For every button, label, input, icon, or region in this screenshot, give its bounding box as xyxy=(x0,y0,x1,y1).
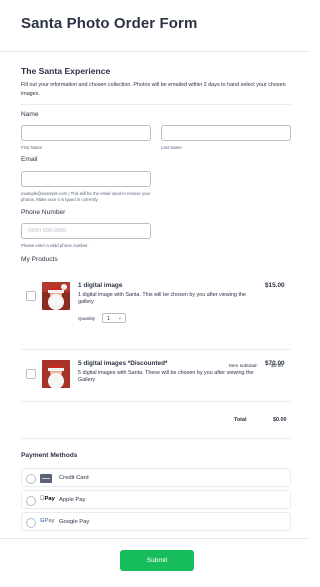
product-divider xyxy=(21,349,291,350)
product-2-name: 5 digital images *Discounted* xyxy=(78,360,168,367)
chevron-down-icon: ⌄ xyxy=(117,315,122,321)
payment-divider xyxy=(21,438,291,439)
product-1-checkbox[interactable] xyxy=(26,291,36,301)
first-name-input[interactable] xyxy=(21,125,151,141)
google-pay-icon: GPay xyxy=(40,518,55,524)
payment-methods-title: Payment Methods xyxy=(21,452,78,459)
apple-pay-label: Apple Pay xyxy=(59,496,86,503)
last-name-sublabel: Last Name xyxy=(161,145,182,150)
form-header: Santa Photo Order Form xyxy=(0,0,310,52)
email-label: Email xyxy=(21,156,38,163)
product-1-image xyxy=(42,282,70,310)
apple-pay-radio[interactable] xyxy=(26,495,36,506)
product-2-image xyxy=(42,360,70,388)
section-description: Fill out your information and chosen col… xyxy=(21,82,286,97)
quantity-select[interactable]: 1 ⌄ xyxy=(102,313,126,323)
footer-divider xyxy=(0,538,310,539)
credit-card-icon xyxy=(40,473,52,483)
product-2-description: 5 digital images with Santa. These will … xyxy=(78,370,254,383)
page-title: Santa Photo Order Form xyxy=(21,15,198,32)
product-1-name: 1 digital image xyxy=(78,282,123,289)
first-name-sublabel: First Name xyxy=(21,145,43,150)
last-name-input[interactable] xyxy=(161,125,291,141)
section-title: The Santa Experience xyxy=(21,66,111,76)
total-value: $0.00 xyxy=(273,417,287,423)
payment-option-apple-pay[interactable]: Pay Apple Pay xyxy=(21,490,291,509)
google-pay-radio[interactable] xyxy=(26,517,36,528)
submit-button[interactable]: Submit xyxy=(120,550,194,571)
credit-card-label: Credit Card xyxy=(59,474,89,481)
product-1-description: 1 digital image with Santa. This will be… xyxy=(78,292,246,305)
quantity-label: Quantity xyxy=(78,316,96,321)
item-subtotal-label: Item subtotal: xyxy=(229,364,258,369)
name-label: Name xyxy=(21,111,39,118)
apple-pay-icon: Pay xyxy=(40,496,55,502)
section-divider xyxy=(21,104,291,105)
products-label: My Products xyxy=(21,256,58,263)
payment-option-credit-card[interactable]: Credit Card xyxy=(21,468,291,487)
phone-input[interactable]: (000) 000-0000 xyxy=(21,223,151,239)
email-input[interactable] xyxy=(21,171,151,187)
product-1-price: $15.00 xyxy=(265,282,285,289)
email-sublabel: example@example.com | This will be the e… xyxy=(21,191,151,202)
product-2-price: $70.00 xyxy=(265,360,285,367)
phone-sublabel: Please enter a valid phone number. xyxy=(21,243,89,248)
total-divider xyxy=(21,401,291,402)
product-2-checkbox[interactable] xyxy=(26,369,36,379)
phone-label: Phone Number xyxy=(21,209,66,216)
payment-option-google-pay[interactable]: GPay Google Pay xyxy=(21,512,291,531)
credit-card-radio[interactable] xyxy=(26,473,36,484)
google-pay-label: Google Pay xyxy=(59,518,90,525)
total-label: Total xyxy=(234,417,247,423)
